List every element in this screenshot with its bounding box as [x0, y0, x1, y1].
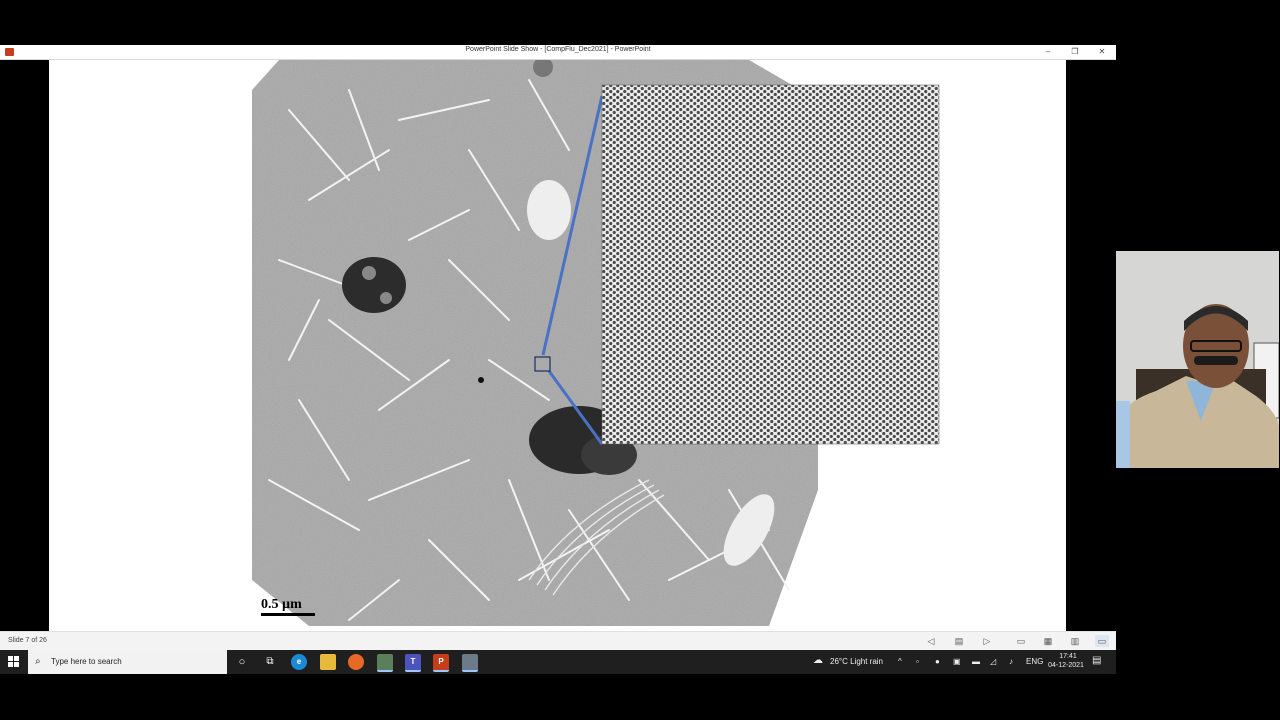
edge-icon[interactable]: e — [291, 654, 307, 670]
language-indicator[interactable]: ENG — [1026, 657, 1043, 666]
chevron-up-icon[interactable]: ^ — [898, 657, 902, 666]
presenter-video-frame — [1116, 251, 1279, 468]
webcam-video — [1116, 251, 1279, 468]
minimize-button[interactable]: – — [1035, 45, 1061, 59]
file-explorer-icon[interactable] — [320, 654, 336, 670]
cortana-icon[interactable]: ○ — [234, 654, 250, 670]
clock-time[interactable]: 17:41 — [1054, 653, 1082, 660]
close-button[interactable]: ✕ — [1089, 45, 1115, 59]
powerpoint-window: PowerPoint Slide Show - [CompFlu_Dec2021… — [0, 45, 1116, 674]
meet-now-icon[interactable]: ▣ — [953, 657, 961, 666]
weather-icon[interactable]: ☁ — [813, 655, 823, 666]
scale-bar-label: 0.5 µm — [261, 597, 302, 612]
normal-view-icon[interactable]: ▭ — [1014, 635, 1028, 647]
reading-view-icon[interactable]: ▥ — [1068, 635, 1082, 647]
title-bar: PowerPoint Slide Show - [CompFlu_Dec2021… — [0, 45, 1116, 60]
task-view-icon[interactable]: ⧉ — [262, 654, 278, 670]
tray-app-icon[interactable]: ▫ — [916, 657, 919, 666]
slide-list-icon[interactable]: ▤ — [952, 635, 966, 647]
next-slide-icon[interactable]: ▷ — [980, 635, 994, 647]
search-icon: ⌕ — [35, 656, 41, 667]
slide-counter: Slide 7 of 26 — [8, 637, 47, 644]
scale-bar — [261, 613, 315, 616]
previous-slide-icon[interactable]: ◁ — [924, 635, 938, 647]
slide-show-area — [0, 60, 1116, 631]
slideshow-icon[interactable]: ▭ — [1095, 635, 1109, 647]
network-icon[interactable]: ◿ — [990, 657, 996, 666]
teams-icon[interactable]: T — [405, 654, 421, 672]
windows-taskbar: ⌕ Type here to search ○ ⧉ e T P ☁ 26°C L… — [0, 650, 1116, 674]
search-placeholder: Type here to search — [51, 657, 122, 666]
slide-sorter-icon[interactable]: ▦ — [1041, 635, 1055, 647]
powerpoint-icon[interactable]: P — [433, 654, 449, 672]
battery-icon[interactable]: ▬ — [972, 657, 980, 666]
inset-zoom-image — [601, 84, 940, 445]
app-icon[interactable] — [377, 654, 393, 672]
slideshow-status-bar: Slide 7 of 26 ◁ ▤ ▷ ▭ ▦ ▥ ▭ — [0, 631, 1116, 651]
firefox-icon[interactable] — [348, 654, 364, 670]
notifications-icon[interactable]: ▤ — [1092, 655, 1101, 666]
weather-text[interactable]: 26°C Light rain — [830, 657, 883, 666]
microphone-icon[interactable]: ● — [935, 657, 940, 666]
restore-button[interactable]: ❐ — [1062, 45, 1088, 59]
window-title: PowerPoint Slide Show - [CompFlu_Dec2021… — [465, 46, 651, 53]
slide-canvas[interactable] — [49, 60, 1066, 631]
start-button[interactable] — [8, 656, 20, 668]
tem-micrograph-figure — [252, 60, 940, 626]
taskbar-search-box[interactable]: ⌕ Type here to search — [28, 650, 227, 674]
app2-icon[interactable] — [462, 654, 478, 672]
volume-icon[interactable]: ♪ — [1009, 657, 1013, 666]
clock-date[interactable]: 04-12-2021 — [1046, 662, 1086, 669]
